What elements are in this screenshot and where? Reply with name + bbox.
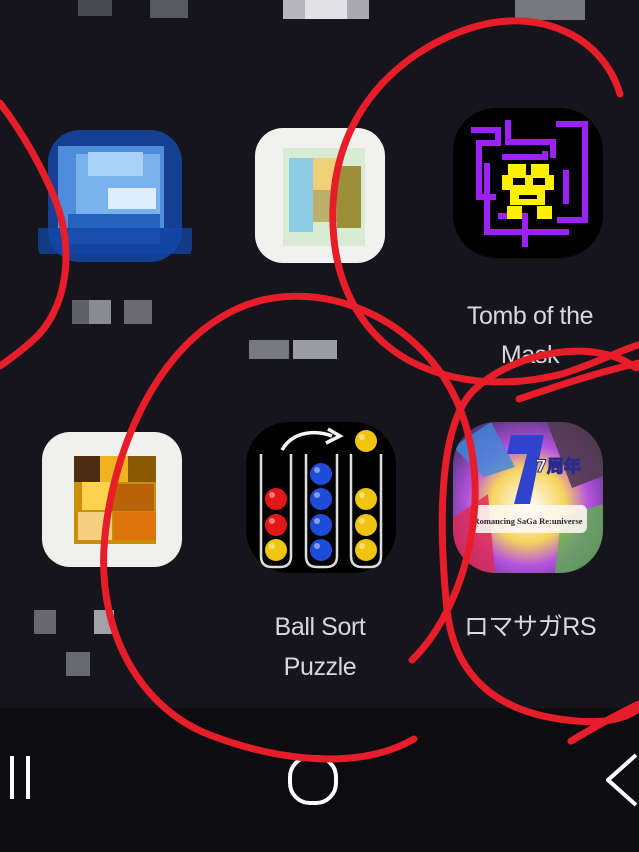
blurred-top-right-icon [515, 0, 585, 22]
blurred-light-app-icon [245, 118, 395, 273]
blurred-light-app[interactable] [245, 118, 395, 359]
system-navigation-bar [0, 708, 639, 852]
blurred-blue-app-icon [38, 118, 192, 273]
tomb-of-the-mask-app[interactable]: Tomb of the Mask [425, 108, 635, 378]
romancing-saga-rs-label: ロマサガRS [463, 613, 597, 641]
android-home-screen: Tomb of the Mask Ball Sort Puzzle Romanc… [0, 0, 639, 852]
blurred-top-middle-icon [283, 0, 369, 24]
blurred-top-left-icon [78, 0, 188, 20]
blurred-orange-app-icon [34, 422, 190, 575]
ball-sort-puzzle-label-line-1: Ball Sort [274, 613, 366, 641]
back-icon[interactable] [600, 752, 639, 808]
ball-sort-puzzle-app[interactable]: Ball Sort Puzzle [215, 422, 425, 692]
romancing-saga-rs-app[interactable]: Romancing SaGa Re:universe 7周年 ロマサガRS [425, 422, 635, 652]
blurred-light-app-label [249, 340, 364, 360]
blurred-blue-app[interactable] [38, 118, 192, 324]
blurred-blue-app-label [72, 300, 156, 327]
romancing-saga-rs-anniversary-badge: 7周年 [535, 456, 581, 477]
app-grid: Tomb of the Mask Ball Sort Puzzle Romanc… [0, 0, 639, 708]
tomb-of-the-mask-label-line-2: Mask [500, 341, 560, 369]
tomb-of-the-mask-icon [453, 108, 603, 258]
ball-sort-puzzle-icon [246, 422, 396, 573]
recents-icon[interactable] [4, 753, 39, 801]
romancing-saga-rs-icon: Romancing SaGa Re:universe 7周年 [453, 422, 603, 573]
ball-sort-puzzle-label-line-2: Puzzle [283, 653, 357, 681]
tomb-of-the-mask-label-line-1: Tomb of the [466, 302, 594, 330]
romancing-saga-rs-icon-title: Romancing SaGa Re:universe [473, 516, 582, 526]
blurred-orange-app[interactable] [34, 422, 190, 677]
blurred-orange-app-label [34, 602, 156, 677]
home-icon[interactable] [285, 753, 341, 807]
